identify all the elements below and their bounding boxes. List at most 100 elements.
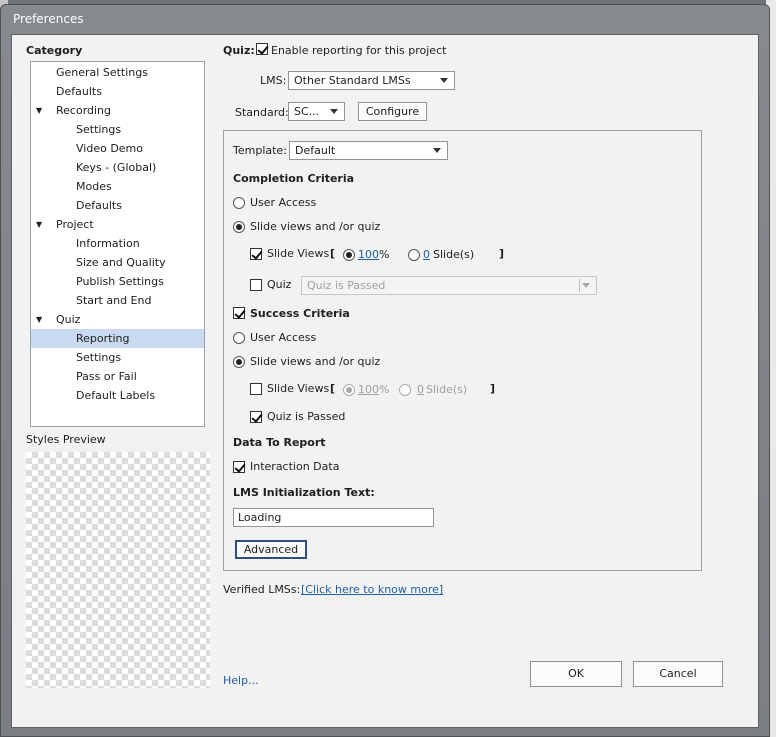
category-item-label: Size and Quality [76, 256, 166, 269]
category-item[interactable]: Start and End [31, 291, 204, 310]
lms-init-input-value: Loading [238, 511, 282, 524]
category-item[interactable]: Default Labels [31, 386, 204, 405]
completion-slides-value[interactable]: 0 [423, 248, 430, 261]
success-criteria-checkbox[interactable] [233, 307, 245, 319]
window-title: Preferences [13, 12, 84, 26]
lms-init-heading: LMS Initialization Text: [233, 486, 375, 499]
success-percent-unit: % [379, 383, 390, 396]
interaction-data-checkbox[interactable] [233, 461, 245, 473]
category-item[interactable]: Modes [31, 177, 204, 196]
configure-button[interactable]: Configure [358, 102, 427, 121]
reporting-group: Template: Default Completion Criteria Us… [223, 130, 702, 571]
category-item[interactable]: Settings [31, 120, 204, 139]
completion-slides-unit: Slide(s) [433, 248, 475, 261]
category-item[interactable]: Size and Quality [31, 253, 204, 272]
category-item[interactable]: Reporting [31, 329, 204, 348]
lms-select[interactable]: Other Standard LMSs [288, 71, 455, 90]
verified-lms-link[interactable]: [Click here to know more] [301, 583, 443, 596]
category-item-label: Defaults [56, 85, 102, 98]
success-slide-views-quiz-label: Slide views and /or quiz [250, 355, 381, 368]
completion-slides-radio[interactable] [408, 249, 420, 261]
advanced-button[interactable]: Advanced [235, 540, 307, 559]
category-item-label: Defaults [76, 199, 122, 212]
chevron-down-icon [330, 109, 338, 114]
category-item-label: Settings [76, 351, 122, 364]
category-item-label: Modes [76, 180, 112, 193]
completion-quiz-checkbox[interactable] [250, 279, 262, 291]
category-item[interactable]: Defaults [31, 196, 204, 215]
quiz-label: Quiz: [223, 44, 255, 57]
completion-quiz-label: Quiz [267, 278, 292, 291]
completion-slide-views-label: Slide Views [267, 247, 330, 260]
chevron-down-icon [440, 78, 448, 83]
category-item[interactable]: General Settings [31, 63, 204, 82]
chevron-down-icon [433, 148, 441, 153]
category-item[interactable]: Keys - (Global) [31, 158, 204, 177]
completion-percent-radio[interactable] [343, 249, 355, 261]
completion-criteria-heading: Completion Criteria [233, 172, 355, 185]
success-user-access-radio[interactable] [233, 332, 245, 344]
success-quiz-passed-label: Quiz is Passed [267, 410, 346, 423]
lms-init-input[interactable]: Loading [233, 508, 434, 527]
completion-quiz-select[interactable]: Quiz is Passed [301, 276, 597, 295]
styles-preview-canvas [26, 452, 210, 688]
completion-slide-views-checkbox[interactable] [250, 248, 262, 260]
completion-slide-views-quiz-label: Slide views and /or quiz [250, 220, 381, 233]
completion-user-access-radio[interactable] [233, 197, 245, 209]
category-item[interactable]: Video Demo [31, 139, 204, 158]
category-item-label: Recording [56, 104, 112, 117]
category-item[interactable]: Defaults [31, 82, 204, 101]
verified-lms-label: Verified LMSs: [223, 583, 301, 596]
category-heading: Category [26, 44, 83, 57]
success-slide-views-label: Slide Views [267, 382, 330, 395]
standard-select-value: SC... [294, 105, 320, 118]
enable-reporting-checkbox[interactable] [256, 43, 268, 55]
preferences-dialog: Preferences Category General Settings Def… [0, 4, 770, 737]
select-separator [579, 279, 580, 292]
standard-select[interactable]: SC... [288, 102, 345, 121]
interaction-data-label: Interaction Data [250, 460, 340, 473]
success-slide-views-quiz-radio[interactable] [233, 356, 245, 368]
completion-slide-views-quiz-radio[interactable] [233, 221, 245, 233]
success-slide-views-checkbox[interactable] [250, 383, 262, 395]
template-label: Template: [233, 144, 287, 157]
success-slides-value[interactable]: 0 [417, 383, 424, 396]
data-to-report-heading: Data To Report [233, 436, 326, 449]
template-select[interactable]: Default [289, 141, 448, 160]
cancel-button[interactable]: Cancel [633, 661, 723, 687]
success-slides-radio[interactable] [399, 384, 411, 396]
completion-quiz-select-value: Quiz is Passed [307, 279, 386, 292]
category-item[interactable]: Settings [31, 348, 204, 367]
template-select-value: Default [295, 144, 336, 157]
ok-button[interactable]: OK [530, 661, 622, 687]
success-close-bracket: ] [490, 382, 496, 395]
lms-select-value: Other Standard LMSs [294, 74, 411, 87]
success-percent-radio[interactable] [343, 384, 355, 396]
dialog-body: Category General Settings Defaults ▼ Record… [11, 34, 759, 728]
category-item-label: Video Demo [76, 142, 143, 155]
title-bar[interactable]: Preferences [1, 5, 769, 33]
category-item-label: Start and End [76, 294, 152, 307]
completion-percent-value[interactable]: 100 [358, 248, 379, 261]
category-item-label: Publish Settings [76, 275, 164, 288]
enable-reporting-label: Enable reporting for this project [271, 44, 447, 57]
category-item[interactable]: ▼ Project [31, 215, 204, 234]
expand-arrow-icon[interactable]: ▼ [36, 215, 42, 234]
category-item-label: Keys - (Global) [76, 161, 157, 174]
category-item[interactable]: Pass or Fail [31, 367, 204, 386]
success-quiz-passed-checkbox[interactable] [250, 411, 262, 423]
category-item[interactable]: ▼ Quiz [31, 310, 204, 329]
category-item[interactable]: Publish Settings [31, 272, 204, 291]
success-user-access-label: User Access [250, 331, 317, 344]
expand-arrow-icon[interactable]: ▼ [36, 310, 42, 329]
category-item[interactable]: Information [31, 234, 204, 253]
success-open-bracket: [ [330, 382, 336, 395]
success-slides-unit: Slide(s) [426, 383, 468, 396]
category-item-label: Quiz [56, 313, 81, 326]
category-item-label: Pass or Fail [76, 370, 137, 383]
styles-preview-label: Styles Preview [26, 433, 106, 446]
category-item[interactable]: ▼ Recording [31, 101, 204, 120]
help-link[interactable]: Help... [223, 674, 259, 687]
expand-arrow-icon[interactable]: ▼ [36, 101, 42, 120]
success-percent-value[interactable]: 100 [358, 383, 379, 396]
